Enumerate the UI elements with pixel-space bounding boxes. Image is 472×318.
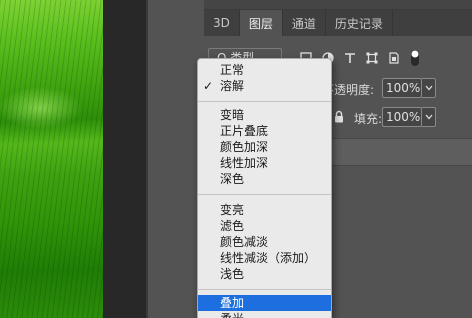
fill-input[interactable]: 100%: [382, 107, 422, 127]
smart-object-filter-icon[interactable]: [388, 52, 400, 64]
menu-item-lighter-color[interactable]: 浅色: [198, 266, 331, 282]
tab-3d[interactable]: 3D: [204, 10, 240, 36]
chevron-down-icon: [425, 85, 432, 91]
menu-item-multiply[interactable]: 正片叠底: [198, 123, 331, 139]
menu-item-color-burn[interactable]: 颜色加深: [198, 139, 331, 155]
menu-item-darken[interactable]: 变暗: [198, 107, 331, 123]
panel-header-strip: [204, 0, 472, 10]
menu-item-soft-light[interactable]: 柔光: [198, 311, 331, 318]
chevron-down-icon: [425, 114, 432, 120]
checkmark-icon: ✓: [203, 79, 214, 93]
canvas-pasteboard: [103, 0, 146, 318]
lock-icon[interactable]: [334, 110, 344, 123]
tab-history[interactable]: 历史记录: [326, 10, 393, 36]
menu-item-linear-burn[interactable]: 线性加深: [198, 155, 331, 171]
blend-mode-menu: 正常 ✓ 溶解 变暗 正片叠底 颜色加深 线性加深 深色 变亮 滤色 颜色减淡 线…: [197, 58, 332, 318]
image-canvas[interactable]: [0, 0, 103, 318]
opacity-dropdown-button[interactable]: [422, 78, 436, 98]
type-filter-icon[interactable]: [344, 52, 356, 64]
menu-separator: [198, 289, 331, 290]
menu-item-darker-color[interactable]: 深色: [198, 171, 331, 187]
panel-tabs: 3D 图层 通道 历史记录: [204, 10, 472, 36]
menu-item-normal[interactable]: 正常: [198, 62, 331, 78]
filter-toggle-icon[interactable]: [410, 49, 420, 67]
menu-item-color-dodge[interactable]: 颜色减淡: [198, 234, 331, 250]
menu-item-overlay[interactable]: 叠加: [198, 295, 331, 311]
menu-separator: [198, 101, 331, 102]
menu-item-lighten[interactable]: 变亮: [198, 202, 331, 218]
menu-item-screen[interactable]: 滤色: [198, 218, 331, 234]
opacity-input[interactable]: 100%: [382, 78, 422, 98]
tab-layers[interactable]: 图层: [239, 10, 283, 36]
menu-item-dissolve[interactable]: ✓ 溶解: [198, 78, 331, 94]
menu-item-linear-dodge[interactable]: 线性减淡（添加）: [198, 250, 331, 266]
fill-dropdown-button[interactable]: [422, 107, 436, 127]
fill-label: 填充:: [354, 112, 383, 126]
tab-channels[interactable]: 通道: [283, 10, 326, 36]
shape-filter-icon[interactable]: [366, 52, 378, 64]
menu-separator: [198, 194, 331, 195]
